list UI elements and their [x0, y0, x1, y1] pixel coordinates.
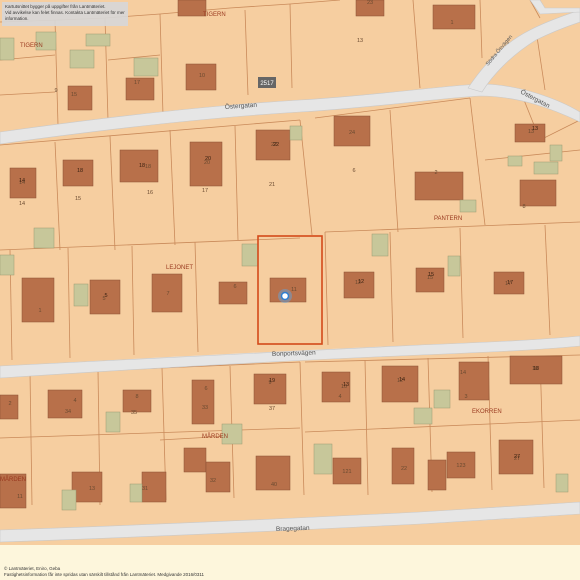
- building-number: 15: [428, 272, 434, 278]
- parcel-number: 9: [54, 88, 57, 94]
- parcel-number: 123: [456, 463, 465, 469]
- road-label: Bragegatan: [276, 525, 310, 533]
- block-label: EKORREN: [472, 409, 502, 415]
- block-label: LEJONET: [166, 265, 193, 271]
- parcel-number: 16: [147, 190, 153, 196]
- building-number: 5: [104, 293, 107, 299]
- block-label: MÅRDEN: [202, 433, 228, 440]
- building-number: 13: [343, 382, 349, 388]
- parcel-number: 6: [204, 386, 207, 392]
- parcel-number: 4: [73, 398, 76, 404]
- building-number: 18: [139, 163, 145, 169]
- building-number: 12: [358, 279, 364, 285]
- parcel-number: 32: [210, 478, 216, 484]
- building-number: 14: [399, 377, 405, 383]
- parcel-number: 1: [38, 308, 41, 314]
- parcel-number: 7: [166, 291, 169, 297]
- parcel-number: 31: [142, 486, 148, 492]
- parcel-number: 3: [464, 394, 467, 400]
- road-number-label: 2517: [260, 81, 274, 87]
- property-map[interactable]: 2517 Östergatan Östergatan Bonportsvägen…: [0, 0, 580, 580]
- block-label: MÅRDEN: [0, 476, 26, 483]
- building-number: 20: [205, 156, 211, 162]
- parcel-number: 2: [8, 401, 11, 407]
- location-marker[interactable]: [278, 289, 292, 303]
- parcel-number: 121: [342, 469, 351, 475]
- parcel-number: 6: [352, 168, 355, 174]
- parcel-number: 15: [71, 92, 77, 98]
- parcel-number: 14: [460, 370, 466, 376]
- parcel-number: 40: [271, 482, 277, 488]
- parcel-number: 35: [131, 410, 137, 416]
- parcel-number: 2: [434, 170, 437, 176]
- parcel-number: 23: [367, 0, 373, 6]
- parcel-number: 1: [450, 20, 453, 26]
- building-number: 22: [273, 142, 279, 148]
- building-number: 27: [514, 454, 520, 460]
- parcel-number: 14: [19, 201, 25, 207]
- parcel-number: 24: [349, 130, 355, 136]
- parcel-number: 34: [65, 409, 71, 415]
- building-number: 17: [507, 280, 513, 286]
- building-number: 18: [533, 366, 539, 372]
- parcel-number: 13: [89, 486, 95, 492]
- map-notice: Kartutsnittet bygger på uppgifter från L…: [2, 2, 128, 26]
- block-label: PANTERN: [434, 216, 462, 222]
- parcel-number: 17: [202, 188, 208, 194]
- building-number: 14: [19, 178, 25, 184]
- parcel-number: 11: [291, 287, 297, 293]
- parcel-number: 10: [199, 73, 205, 79]
- parcel-number: 17: [134, 80, 140, 86]
- parcel-number: 6: [233, 284, 236, 290]
- block-label: TIGERN: [203, 12, 226, 18]
- parcel-number: 18: [145, 164, 151, 170]
- parcel-number: 11: [17, 494, 23, 500]
- map-footer: © Lantmäteriet, Eniro, Geba Fastighetsin…: [4, 566, 204, 577]
- notice-line: Vid avvikelse kan felet finnas. Kontakta…: [5, 10, 125, 21]
- parcel-number: 21: [269, 182, 275, 188]
- parcel-number: 8: [522, 204, 525, 210]
- building-number: 13: [532, 126, 538, 132]
- parcel-number: 4: [338, 394, 341, 400]
- parcel-number: 8: [135, 394, 138, 400]
- parcel-number: 37: [269, 406, 275, 412]
- building-number: 19: [269, 378, 275, 384]
- block-label: TIGERN: [20, 43, 43, 49]
- building-number: 18: [77, 168, 83, 174]
- parcel-number: 13: [357, 38, 363, 44]
- parcel-number: 33: [202, 405, 208, 411]
- license-line: Fastighetsinformation får inte spridas u…: [4, 571, 205, 577]
- parcel-number: 22: [401, 466, 407, 472]
- parcel-number: 15: [75, 196, 81, 202]
